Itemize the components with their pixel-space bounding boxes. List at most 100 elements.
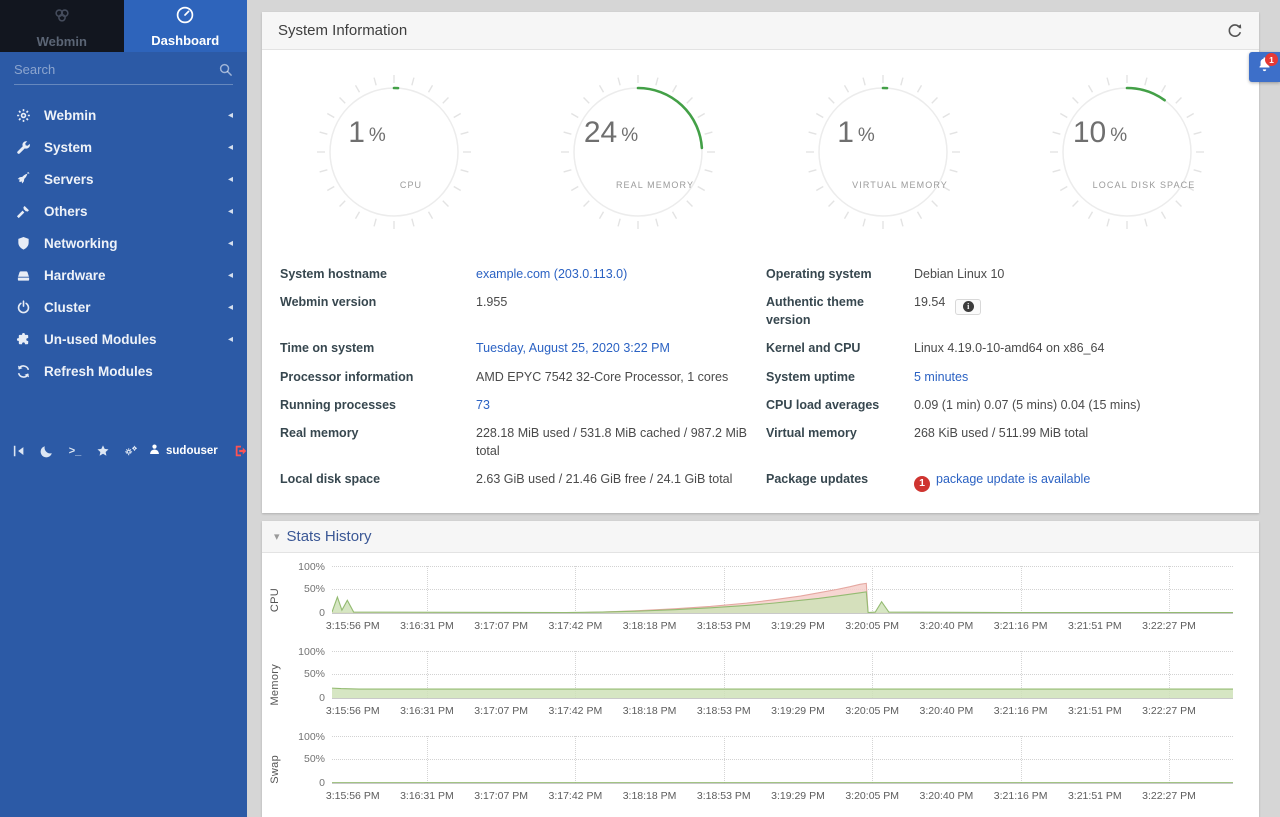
logout-icon[interactable]	[230, 440, 252, 462]
stats-history-card: ▾ Stats History CPU100%50%03:15:56 PM3:1…	[262, 521, 1259, 817]
info-text: Linux 4.19.0-10-amd64 on x86_64	[914, 341, 1104, 355]
shield-icon	[16, 236, 31, 251]
info-text: 268 KiB used / 511.99 MiB total	[914, 426, 1088, 440]
gauge-cpu: 1%CPU	[299, 64, 489, 246]
chevron-left-icon: ◂	[228, 142, 233, 153]
x-tick-label: 3:19:29 PM	[771, 705, 825, 717]
chevron-left-icon: ◂	[228, 174, 233, 185]
info-link[interactable]: 73	[476, 398, 490, 412]
user-menu[interactable]: sudouser	[148, 443, 218, 459]
gauge-label: REAL MEMORY	[616, 180, 694, 190]
hammer-icon	[16, 204, 31, 219]
y-tick-label: 100%	[298, 646, 325, 658]
chevron-left-icon: ◂	[228, 206, 233, 217]
gauge-local-disk-space: 10%LOCAL DISK SPACE	[1032, 64, 1222, 246]
chart-cpu: CPU100%50%03:15:56 PM3:16:31 PM3:17:07 P…	[262, 562, 1259, 638]
collapse-sidebar-icon[interactable]	[8, 440, 30, 462]
info-label-webmin-version: Webmin version	[280, 288, 476, 334]
x-tick-label: 3:17:07 PM	[474, 705, 528, 717]
refresh-icon[interactable]	[1227, 23, 1243, 39]
gauge-real-memory: 24%REAL MEMORY	[543, 64, 733, 246]
sidebar-item-refresh-modules[interactable]: Refresh Modules	[0, 355, 247, 387]
chart-plot-area[interactable]	[332, 736, 1233, 784]
info-value-operating-system: Debian Linux 10	[914, 260, 1241, 288]
sidebar-item-webmin[interactable]: Webmin◂	[0, 99, 247, 131]
x-tick-label: 3:18:53 PM	[697, 705, 751, 717]
x-tick-label: 3:18:18 PM	[623, 620, 677, 632]
info-text: 2.63 GiB used / 21.46 GiB free / 24.1 Gi…	[476, 472, 732, 486]
night-mode-moon-icon[interactable]	[36, 440, 58, 462]
sidebar-item-others[interactable]: Others◂	[0, 195, 247, 227]
info-label-running-processes: Running processes	[280, 391, 476, 419]
x-tick-label: 3:18:18 PM	[623, 790, 677, 802]
sidebar-item-label: Servers	[44, 172, 94, 187]
y-tick-label: 100%	[298, 731, 325, 743]
sidebar-item-hardware[interactable]: Hardware◂	[0, 259, 247, 291]
info-label-operating-system: Operating system	[766, 260, 914, 288]
sidebar-item-system[interactable]: System ◂	[0, 131, 247, 163]
chart-plot-area[interactable]	[332, 566, 1233, 614]
chevron-left-icon: ◂	[228, 270, 233, 281]
package-update-count-badge: 1	[914, 476, 930, 492]
info-text: AMD EPYC 7542 32-Core Processor, 1 cores	[476, 370, 728, 384]
terminal-icon[interactable]: >_	[64, 440, 86, 462]
x-tick-label: 3:22:27 PM	[1142, 705, 1196, 717]
favorites-star-icon[interactable]	[92, 440, 114, 462]
info-link[interactable]: package update is available	[936, 472, 1090, 486]
search-input[interactable]	[14, 62, 218, 77]
webmin-dashboard: Webmin Dashboard Webmin◂System◂Servers◂O…	[0, 0, 1280, 817]
collapse-triangle-icon: ▾	[274, 530, 280, 543]
sidebar-item-label: System	[44, 140, 92, 155]
y-tick-label: 50%	[304, 668, 325, 680]
tab-dashboard[interactable]: Dashboard	[124, 0, 248, 52]
x-tick-label: 3:18:18 PM	[623, 705, 677, 717]
chart-ylabel: CPU	[269, 588, 281, 612]
info-link[interactable]: 5 minutes	[914, 370, 968, 384]
system-info-table: System hostnameexample.com (203.0.113.0)…	[262, 248, 1259, 513]
search-icon[interactable]	[218, 62, 233, 77]
info-link[interactable]: Tuesday, August 25, 2020 3:22 PM	[476, 341, 670, 355]
theme-info-button[interactable]: i	[955, 299, 981, 315]
x-tick-label: 3:16:31 PM	[400, 620, 454, 632]
hard-drive-icon	[16, 268, 31, 283]
info-value-package-updates: 1 package update is available	[914, 465, 1241, 497]
sidebar-item-servers[interactable]: Servers ◂	[0, 163, 247, 195]
info-text: Debian Linux 10	[914, 267, 1004, 281]
notification-count-badge: 1	[1265, 53, 1278, 66]
stats-history-header[interactable]: ▾ Stats History	[262, 521, 1259, 553]
x-tick-label: 3:20:40 PM	[920, 790, 974, 802]
sidebar-tabs: Webmin Dashboard	[0, 0, 247, 52]
info-value-authentic-theme-version: 19.54i	[914, 288, 1241, 334]
info-label-processor-information: Processor information	[280, 363, 476, 391]
y-tick-label: 50%	[304, 583, 325, 595]
gauge-virtual-memory: 1%VIRTUAL MEMORY	[788, 64, 978, 246]
webmin-logo-icon	[51, 4, 73, 31]
theme-settings-gears-icon[interactable]	[120, 440, 142, 462]
tab-webmin[interactable]: Webmin	[0, 0, 124, 52]
system-information-card: System Information 1%CPU 24%REAL MEMORY 1%…	[262, 12, 1259, 513]
sidebar-item-label: Refresh Modules	[44, 364, 153, 379]
info-label-system-uptime: System uptime	[766, 363, 914, 391]
chart-swap: Swap100%50%03:15:56 PM3:16:31 PM3:17:07 …	[262, 732, 1259, 808]
info-value-running-processes: 73	[476, 391, 766, 419]
notifications-flyout-tab[interactable]: 1	[1249, 52, 1280, 82]
info-label-virtual-memory: Virtual memory	[766, 419, 914, 465]
system-information-header: System Information	[262, 12, 1259, 50]
info-value-time-on-system: Tuesday, August 25, 2020 3:22 PM	[476, 334, 766, 362]
info-text: 1.955	[476, 295, 507, 309]
stats-charts: CPU100%50%03:15:56 PM3:16:31 PM3:17:07 P…	[262, 562, 1259, 808]
sidebar-item-networking[interactable]: Networking◂	[0, 227, 247, 259]
sidebar-item-cluster[interactable]: Cluster◂	[0, 291, 247, 323]
info-value-local-disk-space: 2.63 GiB used / 21.46 GiB free / 24.1 Gi…	[476, 465, 766, 497]
chart-plot-area[interactable]	[332, 651, 1233, 699]
info-value-real-memory: 228.18 MiB used / 531.8 MiB cached / 987…	[476, 419, 766, 465]
rocket-icon	[16, 172, 31, 187]
x-tick-label: 3:21:51 PM	[1068, 705, 1122, 717]
y-tick-label: 0	[319, 692, 325, 704]
y-tick-label: 0	[319, 777, 325, 789]
info-link[interactable]: example.com (203.0.113.0)	[476, 267, 627, 281]
x-tick-label: 3:17:42 PM	[548, 620, 602, 632]
info-value-system-uptime: 5 minutes	[914, 363, 1241, 391]
sidebar-item-un-used-modules[interactable]: Un-used Modules◂	[0, 323, 247, 355]
x-tick-label: 3:15:56 PM	[326, 790, 380, 802]
